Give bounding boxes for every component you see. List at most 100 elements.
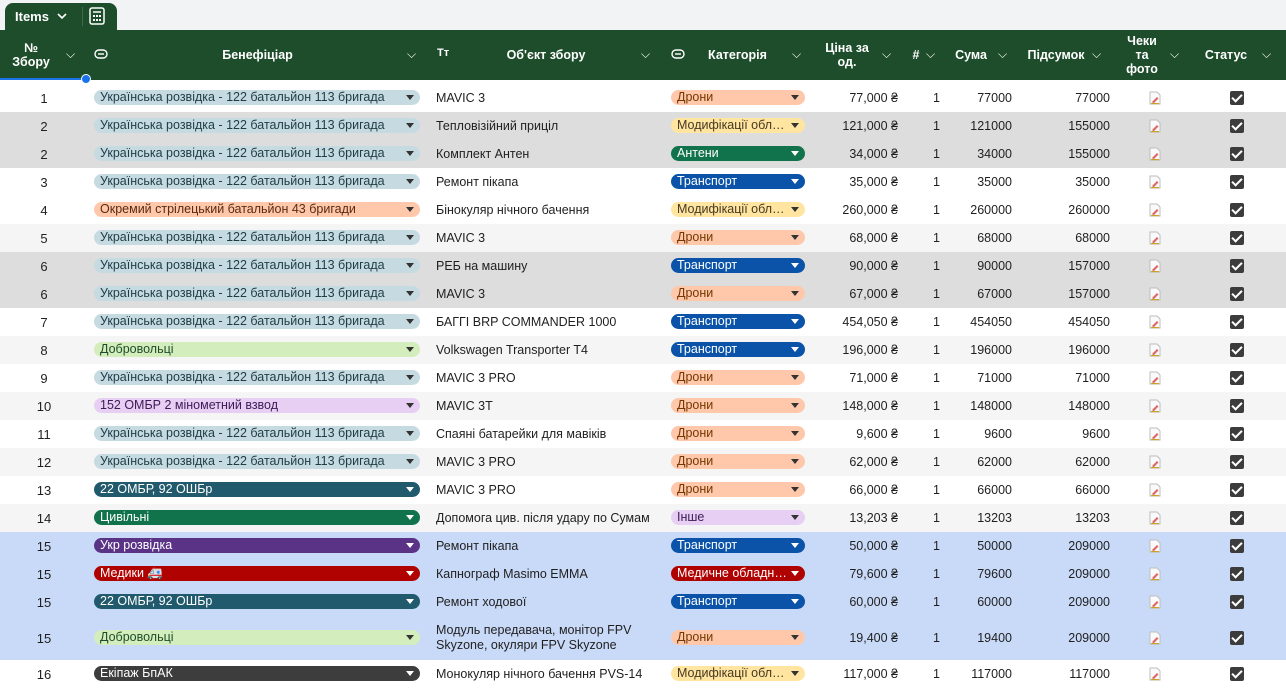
cell-number[interactable]: 2	[14, 140, 74, 168]
cell-total[interactable]: 71000	[1030, 364, 1110, 392]
beneficiary-chip[interactable]: Українська розвідка - 122 батальйон 113 …	[94, 118, 420, 133]
receipt-attachment-icon[interactable]	[1148, 371, 1161, 385]
cell-total[interactable]: 196000	[1030, 336, 1110, 364]
beneficiary-chip[interactable]: Українська розвідка - 122 батальйон 113 …	[94, 146, 420, 161]
selection-drag-handle[interactable]	[81, 74, 91, 84]
cell-object[interactable]: Комплект Антен	[436, 140, 662, 168]
status-checkbox[interactable]	[1230, 259, 1244, 273]
cell-sum[interactable]: 13203	[950, 504, 1012, 532]
beneficiary-chip[interactable]: 22 ОМБР, 92 ОШБр	[94, 594, 420, 609]
table-row[interactable]: 8 Добровольці Volkswagen Transporter T4 Тра…	[0, 336, 1286, 365]
cell-sum[interactable]: 60000	[950, 588, 1012, 616]
column-header-unit-price[interactable]: Ціна за од.	[818, 30, 876, 80]
cell-unit-price[interactable]: 196,000 ₴	[810, 336, 898, 364]
category-chip[interactable]: Дрони	[671, 482, 805, 497]
status-checkbox[interactable]	[1230, 455, 1244, 469]
cell-unit-price[interactable]: 77,000 ₴	[810, 84, 898, 112]
category-chip[interactable]: Медичне обладн…	[671, 566, 805, 581]
table-row[interactable]: 4 Окремий стрілецький батальйон 43 бригад…	[0, 196, 1286, 225]
beneficiary-chip[interactable]: 22 ОМБР, 92 ОШБр	[94, 482, 420, 497]
dropdown-arrow-icon[interactable]	[791, 347, 799, 352]
cell-number[interactable]: 4	[14, 196, 74, 224]
table-row[interactable]: 11 Українська розвідка - 122 батальйон 11…	[0, 420, 1286, 449]
cell-sum[interactable]: 117000	[950, 660, 1012, 688]
cell-total[interactable]: 62000	[1030, 448, 1110, 476]
column-header-category[interactable]: Категорія	[690, 30, 785, 80]
table-row[interactable]: 1 Українська розвідка - 122 батальйон 113…	[0, 84, 1286, 113]
dropdown-arrow-icon[interactable]	[406, 179, 414, 184]
dropdown-arrow-icon[interactable]	[791, 95, 799, 100]
cell-object[interactable]: БАГГІ BRP COMMANDER 1000	[436, 308, 662, 336]
cell-object[interactable]: Спаяні батарейки для мавіків	[436, 420, 662, 448]
cell-quantity[interactable]: 1	[900, 196, 940, 224]
cell-number[interactable]: 3	[14, 168, 74, 196]
cell-total[interactable]: 66000	[1030, 476, 1110, 504]
cell-unit-price[interactable]: 19,400 ₴	[810, 616, 898, 660]
cell-quantity[interactable]: 1	[900, 588, 940, 616]
status-checkbox[interactable]	[1230, 371, 1244, 385]
dropdown-arrow-icon[interactable]	[406, 347, 414, 352]
column-header-object[interactable]: Об'єкт збору	[460, 30, 632, 80]
status-checkbox[interactable]	[1230, 667, 1244, 681]
receipt-attachment-icon[interactable]	[1148, 147, 1161, 161]
dropdown-arrow-icon[interactable]	[791, 571, 799, 576]
status-checkbox[interactable]	[1230, 427, 1244, 441]
cell-sum[interactable]: 50000	[950, 532, 1012, 560]
beneficiary-chip[interactable]: Українська розвідка - 122 батальйон 113 …	[94, 426, 420, 441]
table-row[interactable]: 10 152 ОМБР 2 мінометний взвод MAVIC 3T Дро…	[0, 392, 1286, 421]
dropdown-arrow-icon[interactable]	[791, 319, 799, 324]
receipt-attachment-icon[interactable]	[1148, 287, 1161, 301]
dropdown-arrow-icon[interactable]	[791, 207, 799, 212]
status-checkbox[interactable]	[1230, 567, 1244, 581]
cell-sum[interactable]: 260000	[950, 196, 1012, 224]
column-header-status[interactable]: Статус	[1198, 30, 1254, 80]
dropdown-arrow-icon[interactable]	[791, 671, 799, 676]
status-checkbox[interactable]	[1230, 631, 1244, 645]
dropdown-arrow-icon[interactable]	[791, 263, 799, 268]
cell-number[interactable]: 10	[14, 392, 74, 420]
status-checkbox[interactable]	[1230, 343, 1244, 357]
table-row[interactable]: 3 Українська розвідка - 122 батальйон 113…	[0, 168, 1286, 197]
cell-object[interactable]: MAVIC 3	[436, 224, 662, 252]
cell-total[interactable]: 13203	[1030, 504, 1110, 532]
status-checkbox[interactable]	[1230, 147, 1244, 161]
dropdown-arrow-icon[interactable]	[406, 599, 414, 604]
chevron-down-icon[interactable]: ⌵	[641, 47, 650, 62]
cell-sum[interactable]: 454050	[950, 308, 1012, 336]
cell-unit-price[interactable]: 60,000 ₴	[810, 588, 898, 616]
dropdown-arrow-icon[interactable]	[406, 515, 414, 520]
cell-unit-price[interactable]: 34,000 ₴	[810, 140, 898, 168]
category-chip[interactable]: Транспорт	[671, 174, 805, 189]
receipt-attachment-icon[interactable]	[1148, 231, 1161, 245]
chevron-down-icon[interactable]: ⌵	[882, 47, 891, 62]
dropdown-arrow-icon[interactable]	[791, 487, 799, 492]
cell-number[interactable]: 8	[14, 336, 74, 364]
cell-total[interactable]: 117000	[1030, 660, 1110, 688]
dropdown-arrow-icon[interactable]	[791, 431, 799, 436]
category-chip[interactable]: Модифікації обл…	[671, 202, 805, 217]
status-checkbox[interactable]	[1230, 399, 1244, 413]
calculator-icon[interactable]	[88, 7, 108, 26]
chevron-down-icon[interactable]: ⌵	[792, 47, 801, 62]
cell-number[interactable]: 9	[14, 364, 74, 392]
beneficiary-chip[interactable]: Українська розвідка - 122 батальйон 113 …	[94, 174, 420, 189]
table-row[interactable]: 6 Українська розвідка - 122 батальйон 113…	[0, 280, 1286, 309]
cell-unit-price[interactable]: 260,000 ₴	[810, 196, 898, 224]
category-chip[interactable]: Дрони	[671, 630, 805, 645]
cell-total[interactable]: 9600	[1030, 420, 1110, 448]
dropdown-arrow-icon[interactable]	[406, 403, 414, 408]
dropdown-arrow-icon[interactable]	[791, 599, 799, 604]
cell-number[interactable]: 11	[14, 420, 74, 448]
cell-object[interactable]: Модуль передавача, монітор FPV Skyzone, …	[436, 616, 662, 660]
cell-unit-price[interactable]: 79,600 ₴	[810, 560, 898, 588]
chevron-down-icon[interactable]: ⌵	[1092, 47, 1101, 62]
receipt-attachment-icon[interactable]	[1148, 203, 1161, 217]
cell-object[interactable]: Volkswagen Transporter T4	[436, 336, 662, 364]
beneficiary-chip[interactable]: Українська розвідка - 122 батальйон 113 …	[94, 258, 420, 273]
cell-unit-price[interactable]: 90,000 ₴	[810, 252, 898, 280]
cell-quantity[interactable]: 1	[900, 280, 940, 308]
beneficiary-chip[interactable]: Укр розвідка	[94, 538, 420, 553]
beneficiary-chip[interactable]: Окремий стрілецький батальйон 43 бригади	[94, 202, 420, 217]
cell-total[interactable]: 155000	[1030, 140, 1110, 168]
chevron-down-icon[interactable]: ⌵	[66, 47, 75, 62]
